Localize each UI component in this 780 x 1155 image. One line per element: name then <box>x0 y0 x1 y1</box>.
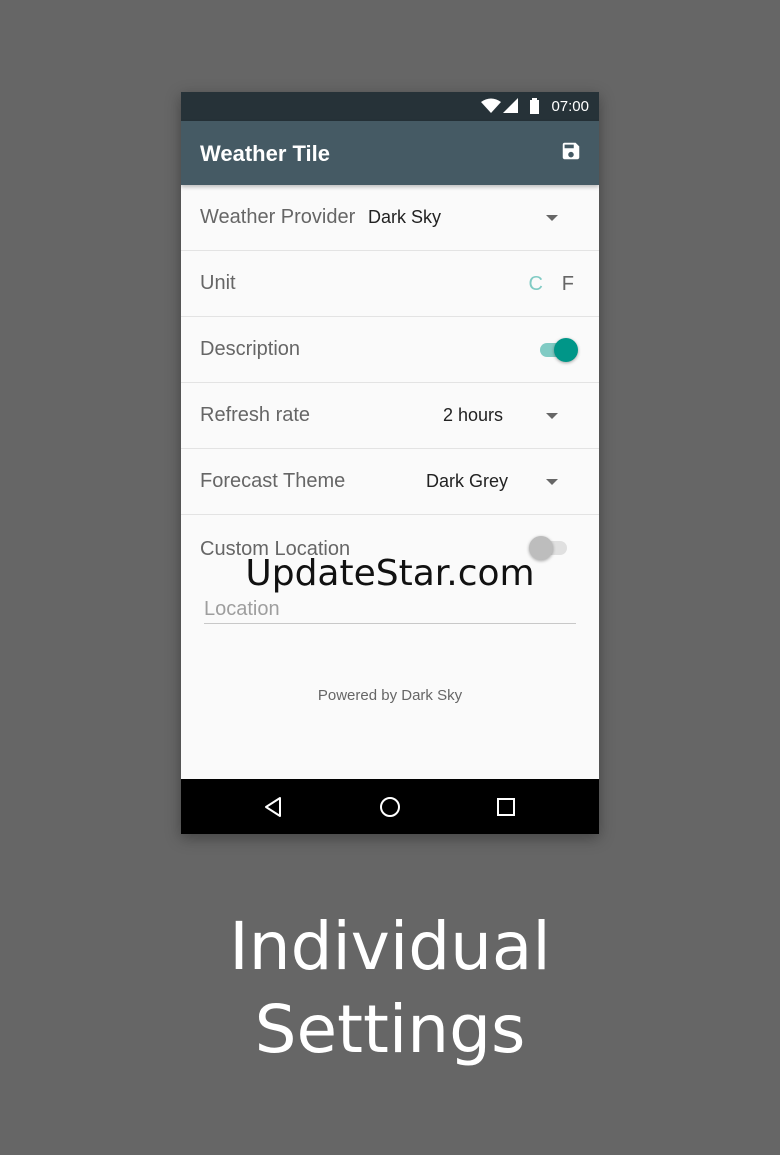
weather-provider-label: Weather Provider <box>200 206 356 228</box>
custom-location-section: Custom Location UpdateStar.com Powered b… <box>181 515 599 777</box>
chevron-down-icon[interactable] <box>546 215 558 221</box>
chevron-down-icon[interactable] <box>546 479 558 485</box>
battery-icon <box>530 98 539 114</box>
unit-fahrenheit-option[interactable]: F <box>562 273 574 296</box>
forecast-theme-row[interactable]: Forecast Theme Dark Grey <box>181 449 599 515</box>
wifi-icon <box>481 98 501 113</box>
recents-icon[interactable] <box>494 795 518 819</box>
caption-line-2: Settings <box>254 991 526 1068</box>
powered-by-text: Powered by Dark Sky <box>317 687 463 704</box>
home-icon[interactable] <box>378 795 402 819</box>
location-input[interactable] <box>204 595 576 624</box>
weather-provider-select[interactable]: Dark Sky <box>368 207 441 228</box>
status-icons <box>481 98 539 114</box>
signal-icon <box>503 98 518 113</box>
caption-line-1: Individual <box>229 908 551 985</box>
description-toggle[interactable] <box>538 338 578 362</box>
forecast-theme-label: Forecast Theme <box>200 470 346 492</box>
app-bar: Weather Tile <box>181 121 599 185</box>
save-icon[interactable] <box>560 140 582 162</box>
status-bar: 07:00 <box>181 92 599 121</box>
unit-label: Unit <box>200 272 236 294</box>
description-row: Description <box>181 317 599 383</box>
phone-screen: 07:00 Weather Tile Weather Provider Dark… <box>181 92 599 834</box>
description-label: Description <box>200 338 301 360</box>
caption: Individual Settings <box>0 905 780 1071</box>
unit-celsius-option[interactable]: C <box>529 273 543 296</box>
refresh-rate-label: Refresh rate <box>200 404 311 426</box>
chevron-down-icon[interactable] <box>546 413 558 419</box>
forecast-theme-select[interactable]: Dark Grey <box>426 471 508 492</box>
status-time: 07:00 <box>551 98 589 115</box>
settings-list: Weather Provider Dark Sky Unit C F Descr… <box>181 185 599 777</box>
refresh-rate-select[interactable]: 2 hours <box>443 405 503 426</box>
unit-row: Unit C F <box>181 251 599 317</box>
custom-location-label: Custom Location <box>200 538 351 560</box>
custom-location-toggle[interactable] <box>529 536 569 560</box>
app-title: Weather Tile <box>200 141 331 166</box>
weather-provider-row[interactable]: Weather Provider Dark Sky <box>181 185 599 251</box>
navigation-bar <box>181 779 599 834</box>
toggle-thumb <box>554 338 578 362</box>
refresh-rate-row[interactable]: Refresh rate 2 hours <box>181 383 599 449</box>
toggle-thumb <box>529 536 553 560</box>
back-icon[interactable] <box>261 795 285 819</box>
